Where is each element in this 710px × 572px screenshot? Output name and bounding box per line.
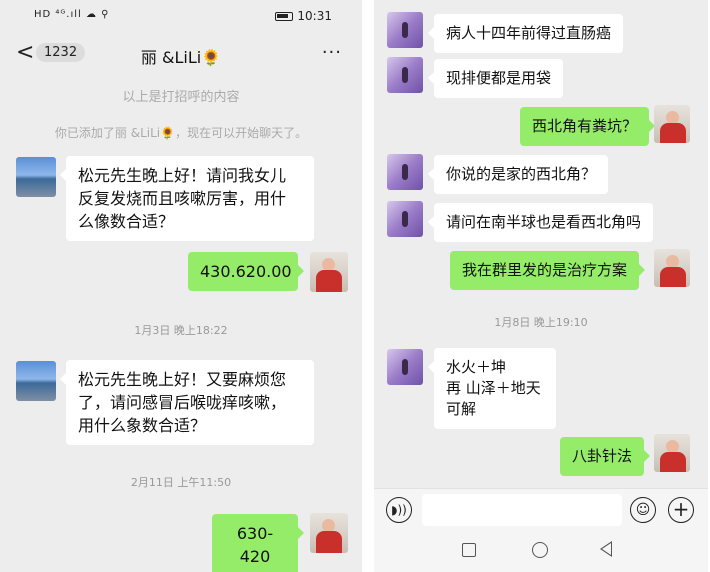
voice-icon[interactable]: ◗)) xyxy=(386,497,412,523)
status-bar: HD ⁴ᴳ.ıll ☁ ⚲ 10:31 xyxy=(0,0,362,32)
system-message-greeting: 以上是打招呼的内容 xyxy=(122,90,240,105)
message-bubble-received[interactable]: 松元先生晚上好！又要麻烦您 了，请问感冒后喉咙痒咳嗽， 用什么象数合适？ xyxy=(60,360,314,445)
self-avatar[interactable] xyxy=(654,434,690,472)
contact-avatar[interactable] xyxy=(16,157,56,197)
plus-icon[interactable]: + xyxy=(668,497,694,523)
contact-avatar[interactable] xyxy=(387,12,423,48)
back-icon[interactable] xyxy=(600,541,612,557)
system-nav-bar xyxy=(374,532,708,572)
status-time: 10:31 xyxy=(297,9,332,23)
message-bubble-received[interactable]: 你说的是家的西北角？ xyxy=(427,155,609,194)
message-bubble-sent[interactable]: 430.620.00 xyxy=(188,252,304,291)
message-bubble-received[interactable]: 松元先生晚上好！请问我女儿 反复发烧而且咳嗽厉害，用什 么像数合适？ xyxy=(60,156,314,241)
status-icons: HD ⁴ᴳ.ıll ☁ ⚲ xyxy=(34,9,110,20)
chat-header: < 1232 丽 &LiLi🌻 ··· xyxy=(0,34,362,74)
timestamp: 2月11日 上午11:50 xyxy=(130,476,232,489)
self-avatar[interactable] xyxy=(654,105,690,143)
contact-avatar[interactable] xyxy=(387,201,423,237)
system-message-added: 你已添加了丽 &LiLi🌻，现在可以开始聊天了。 xyxy=(54,126,308,140)
message-bubble-sent[interactable]: 八卦针法 xyxy=(560,437,651,476)
self-avatar[interactable] xyxy=(310,513,348,553)
contact-avatar[interactable] xyxy=(387,349,423,385)
message-bubble-received[interactable]: 病人十四年前得过直肠癌 xyxy=(427,14,624,53)
message-bubble-sent[interactable]: 西北角有粪坑？ xyxy=(520,107,656,146)
chat-panel-right: 病人十四年前得过直肠癌 现排便都是用袋 西北角有粪坑？ 你说的是家的西北角？ 请… xyxy=(374,0,708,572)
contact-avatar[interactable] xyxy=(387,154,423,190)
message-bubble-received[interactable]: 请问在南半球也是看西北角吗 xyxy=(427,203,654,242)
message-bubble-received[interactable]: 现排便都是用袋 xyxy=(427,59,564,98)
contact-avatar[interactable] xyxy=(16,361,56,401)
emoji-icon[interactable]: ☺ xyxy=(630,497,656,523)
more-icon[interactable]: ··· xyxy=(322,42,342,63)
timestamp: 1月8日 晚上19:10 xyxy=(494,316,588,329)
chat-panel-left: HD ⁴ᴳ.ıll ☁ ⚲ 10:31 < 1232 丽 &LiLi🌻 ··· … xyxy=(0,0,362,572)
home-icon[interactable] xyxy=(532,542,548,558)
self-avatar[interactable] xyxy=(654,249,690,287)
battery-icon xyxy=(275,11,294,21)
status-right: 10:31 xyxy=(275,9,332,23)
message-bubble-sent[interactable]: 630-420 xyxy=(212,514,304,572)
recent-apps-icon[interactable] xyxy=(462,543,476,557)
message-input[interactable] xyxy=(422,494,622,526)
input-bar: ◗)) ☺ + xyxy=(374,488,708,532)
timestamp: 1月3日 晚上18:22 xyxy=(134,324,228,337)
chat-title: 丽 &LiLi🌻 xyxy=(140,48,222,67)
contact-avatar[interactable] xyxy=(387,57,423,93)
message-bubble-received[interactable]: 水火＋坤 再 山泽＋地天 可解 xyxy=(428,348,556,429)
message-bubble-sent[interactable]: 我在群里发的是治疗方案 xyxy=(450,251,646,290)
self-avatar[interactable] xyxy=(310,252,348,292)
